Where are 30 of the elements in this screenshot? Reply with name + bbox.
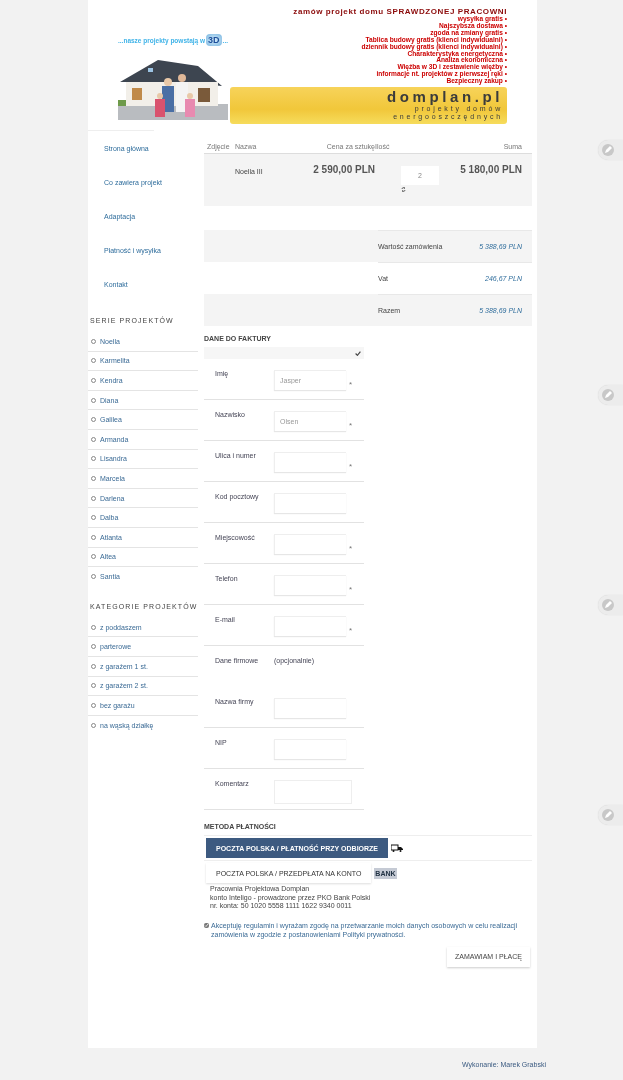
text-field[interactable] <box>274 575 346 595</box>
3d-badge: 3D <box>206 34 222 46</box>
text-field[interactable] <box>274 452 346 472</box>
text-field[interactable] <box>274 534 346 554</box>
consent-checkbox[interactable] <box>204 922 209 928</box>
pencil-icon <box>602 599 614 611</box>
refresh-icon[interactable] <box>401 187 406 192</box>
edit-button[interactable] <box>598 805 623 825</box>
text-field[interactable] <box>274 493 346 513</box>
required-mark: * <box>348 421 354 430</box>
text-field[interactable] <box>274 616 346 636</box>
tagline: zamów projekt domu SPRAWDZONEJ PRACOWNI <box>293 7 507 16</box>
edit-button[interactable] <box>598 385 623 405</box>
logo-name: domplan.pl <box>387 88 503 105</box>
required-mark: * <box>348 462 354 471</box>
text-field[interactable] <box>274 698 346 718</box>
edit-button[interactable] <box>598 140 623 160</box>
pencil-icon <box>602 809 614 821</box>
check-icon <box>355 350 361 356</box>
required-mark: * <box>348 544 354 553</box>
unit-price: 2 590,00 PLN <box>312 164 375 177</box>
text-field[interactable] <box>274 739 346 759</box>
required-mark: * <box>348 626 354 635</box>
pencil-icon <box>602 144 614 156</box>
required-mark: * <box>348 380 354 389</box>
line-total: 5 180,00 PLN <box>459 164 522 177</box>
pencil-icon <box>602 389 614 401</box>
required-mark: * <box>348 585 354 594</box>
truck-icon <box>391 844 404 852</box>
edit-button[interactable] <box>598 595 623 615</box>
